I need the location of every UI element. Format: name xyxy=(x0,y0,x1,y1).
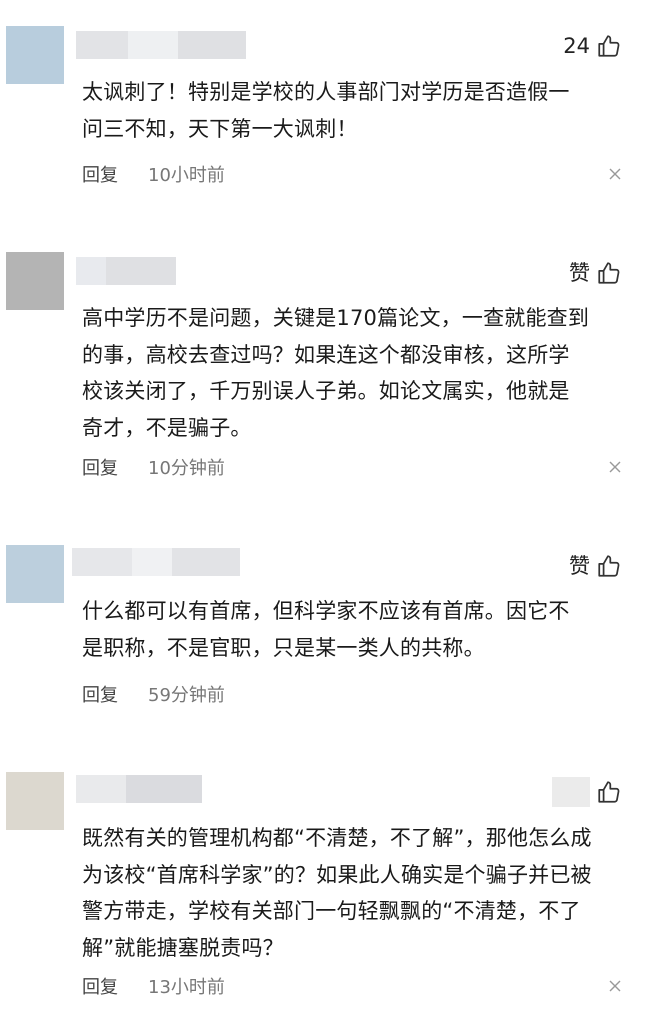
reply-button[interactable]: 回复 xyxy=(82,454,118,480)
like-button[interactable]: 赞 xyxy=(569,551,622,581)
username-blurred[interactable] xyxy=(76,775,202,803)
like-label: 赞 xyxy=(569,261,590,285)
username-blurred[interactable] xyxy=(76,31,246,59)
like-button[interactable] xyxy=(552,777,622,807)
close-icon[interactable] xyxy=(608,979,622,993)
comment-footer: 回复 59分钟前 xyxy=(82,681,622,707)
like-button[interactable]: 赞 xyxy=(569,258,622,288)
avatar[interactable] xyxy=(6,252,64,310)
like-label: 赞 xyxy=(569,554,590,578)
timestamp: 10分钟前 xyxy=(148,458,225,479)
avatar[interactable] xyxy=(6,26,64,84)
thumbs-up-icon xyxy=(598,781,620,803)
reply-button[interactable]: 回复 xyxy=(82,973,118,999)
avatar[interactable] xyxy=(6,545,64,603)
thumbs-up-icon xyxy=(598,262,620,284)
username-blurred[interactable] xyxy=(76,257,176,285)
comment-text: 高中学历不是问题，关键是170篇论文，一查就能查到 的事，高校去查过吗？如果连这… xyxy=(82,306,590,440)
comment-footer: 回复 10小时前 xyxy=(82,161,622,187)
comment-footer: 回复 13小时前 xyxy=(82,973,622,999)
comment-text: 太讽刺了！特别是学校的人事部门对学历是否造假一 问三不知，天下第一大讽刺！ xyxy=(82,80,570,141)
timestamp: 59分钟前 xyxy=(148,685,225,706)
thumbs-up-icon xyxy=(598,555,620,577)
comment-footer: 回复 10分钟前 xyxy=(82,454,622,480)
close-icon[interactable] xyxy=(608,167,622,181)
reply-button[interactable]: 回复 xyxy=(82,161,118,187)
close-icon[interactable] xyxy=(608,460,622,474)
timestamp: 13小时前 xyxy=(148,977,225,998)
like-count-blurred xyxy=(552,777,590,807)
username-blurred[interactable] xyxy=(72,548,240,576)
timestamp: 10小时前 xyxy=(148,165,225,186)
comment-text: 既然有关的管理机构都“不清楚，不了解”，那他怎么成 为该校“首席科学家”的？如果… xyxy=(82,826,592,960)
like-button[interactable]: 24 xyxy=(563,31,622,61)
avatar[interactable] xyxy=(6,772,64,830)
comment-text: 什么都可以有首席，但科学家不应该有首席。因它不 是职称，不是官职，只是某一类人的… xyxy=(82,599,570,660)
like-count: 24 xyxy=(563,34,590,58)
reply-button[interactable]: 回复 xyxy=(82,681,118,707)
thumbs-up-icon xyxy=(598,35,620,57)
